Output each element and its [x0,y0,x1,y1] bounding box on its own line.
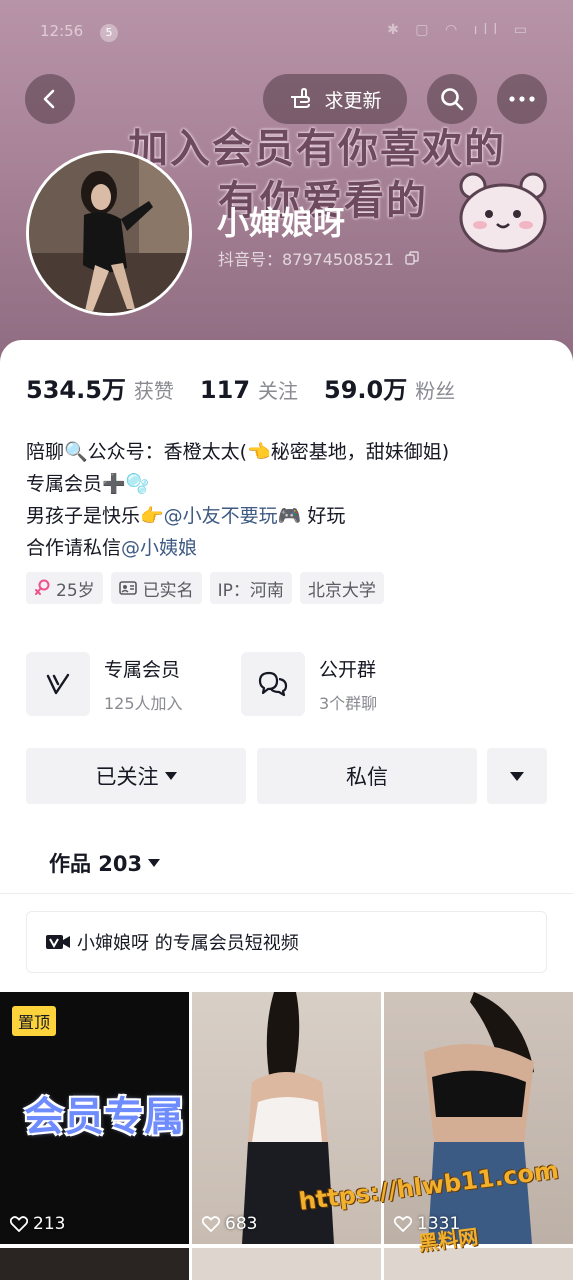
copy-icon[interactable] [405,251,419,265]
bio-line: 专属会员➕🫧 [26,473,150,495]
group-icon-box [241,652,305,716]
member-videos-entry[interactable]: 小婶娘呀 的专属会员短视频 [26,911,547,973]
member-sub: 125人加入 [104,693,183,713]
likes-count: 213 [33,1214,66,1234]
profile-tags: 25岁 已实名 IP：河南 北京大学 [26,572,384,604]
more-options-button[interactable] [487,748,547,804]
school-tag-label: 北京大学 [307,580,376,601]
notification-badge: 5 [100,24,119,42]
video-tile[interactable] [384,1248,573,1280]
bio-text: 合作请私信 [26,537,122,559]
followed-label: 已关注 [95,765,159,789]
following-label[interactable]: 关注 [258,375,298,404]
bio-text: 男孩子是快乐👉 [26,505,164,527]
ip-tag: IP：河南 [209,572,292,604]
followed-button[interactable]: 已关注 [26,748,246,804]
id-card-icon [118,581,137,595]
mention-link[interactable]: @小姨娘 [121,537,197,559]
douyin-id[interactable]: 抖音号：87974508521 [218,246,419,270]
group-sub: 3个群聊 [319,693,378,713]
bio-line: 陪聊🔍公众号：香橙太太(👈秘密基地，甜妹御姐) [26,441,450,463]
request-update-label: 求更新 [324,89,382,112]
heart-icon [394,1216,412,1232]
banner-text-line1: 加入会员有你喜欢的 [128,126,506,172]
video-tile[interactable] [0,1248,189,1280]
message-label: 私信 [346,765,388,789]
public-group-entry[interactable]: 公开群 3个群聊 [241,652,377,716]
video-tile[interactable] [192,1248,381,1280]
more-button[interactable] [497,74,547,124]
search-icon [441,88,464,111]
heart-icon [10,1216,28,1232]
avatar-photo [29,153,189,313]
video-likes: 213 [10,1214,65,1234]
caret-down-icon [510,771,524,781]
hand-point-icon [291,87,311,108]
video-thumbnail [424,992,534,1244]
bio-text: 🎮 好玩 [277,505,346,527]
avatar[interactable] [26,150,192,316]
bio-line: 男孩子是快乐👉@小友不要玩🎮 好玩 [26,500,449,532]
heart-icon [202,1216,220,1232]
more-dots-icon [509,96,535,102]
likes-label: 获赞 [133,379,174,403]
likes-count: 534.5万 [26,376,126,404]
age-tag-label: 25岁 [56,580,95,601]
ip-tag-label: IP：河南 [217,580,284,601]
chevron-left-icon [43,89,55,109]
followers-count[interactable]: 59.0万 [324,370,407,405]
following-count[interactable]: 117 [200,376,250,404]
profile-banner: 12:56 5 ✱ ▢ ◠ ıll ▭ 加入会员有你喜欢的 有你爱看的 求更新 [0,0,573,370]
bio: 陪聊🔍公众号：香橙太太(👈秘密基地，甜妹御姐) 专属会员➕🫧 男孩子是快乐👉@小… [26,436,449,564]
douyin-id-text: 抖音号：87974508521 [218,250,394,269]
member-videos-label: 小婶娘呀 的专属会员短视频 [77,933,299,954]
member-icon-box [26,652,90,716]
member-only-overlay: 会员专属 [24,1094,184,1140]
likes-count: 683 [225,1214,258,1234]
female-icon [35,579,50,595]
age-tag: 25岁 [26,572,103,604]
video-tile[interactable]: 1331 [384,992,573,1244]
school-tag[interactable]: 北京大学 [299,572,384,604]
video-likes: 683 [202,1214,257,1234]
request-update-button[interactable]: 求更新 [263,74,407,124]
bio-line: 合作请私信@小姨娘 [26,532,449,564]
stats-row: 534.5万 获赞 117 关注 59.0万 粉丝 [26,370,481,405]
mention-link[interactable]: @小友不要玩 [164,505,278,527]
nickname: 小婶娘呀 [217,204,346,242]
verified-tag-label: 已实名 [142,580,194,601]
tab-works[interactable]: 作品 203 [49,848,161,878]
verified-tag: 已实名 [110,572,202,604]
status-icons: ✱ ▢ ◠ ıll ▭ [387,22,533,38]
works-label: 作品 203 [49,852,143,876]
divider [0,893,573,894]
group-title: 公开群 [319,658,377,681]
followers-label[interactable]: 粉丝 [415,375,455,404]
search-button[interactable] [427,74,477,124]
video-tile[interactable]: 置顶 会员专属 213 [0,992,189,1244]
bear-sticker-icon [459,172,547,253]
exclusive-member-entry[interactable]: 专属会员 125人加入 [26,652,183,716]
pinned-badge: 置顶 [12,1006,57,1036]
caret-down-icon [164,772,177,780]
status-time: 12:56 5 [40,22,119,42]
caret-down-icon [148,859,161,867]
video-member-icon [46,935,70,949]
member-title: 专属会员 [104,658,181,681]
member-v-icon [46,673,70,695]
chat-group-icon [258,671,288,697]
back-button[interactable] [25,74,75,124]
message-button[interactable]: 私信 [257,748,477,804]
video-grid: 置顶 会员专属 213 683 1331 [0,992,573,1280]
clock: 12:56 [40,22,84,40]
